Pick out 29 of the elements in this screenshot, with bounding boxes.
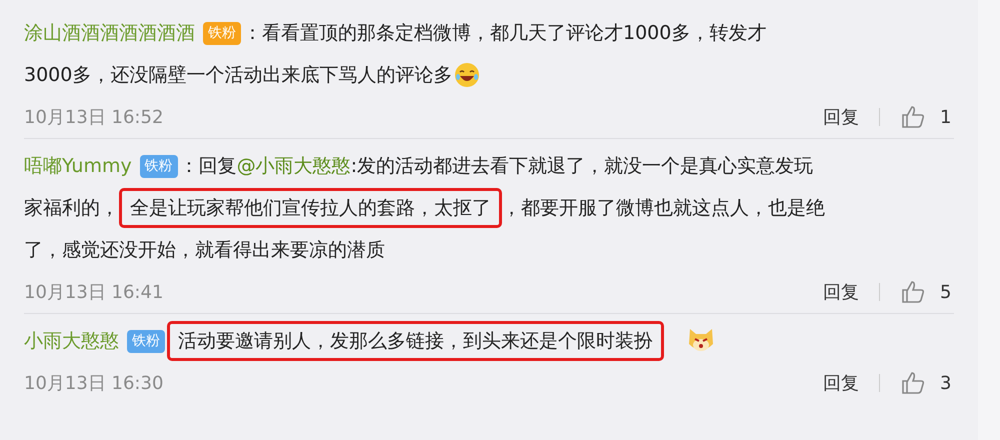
comment-text: 家福利的， (24, 196, 119, 221)
user-name[interactable]: 涂山酒酒酒酒酒酒酒 (24, 18, 195, 48)
comment-time: 10月13日 16:52 (24, 106, 164, 130)
highlighted-text: 活动要邀请别人，发那么多链接，到头来还是个限时装扮 (167, 321, 664, 361)
user-name[interactable]: 唔嘟Yummy (24, 152, 132, 180)
comment-time: 10月13日 16:30 (24, 372, 164, 396)
comment-text: 3000多，还没隔壁一个活动出来底下骂人的评论多 (24, 62, 452, 88)
comment-text: ：回复 (180, 154, 237, 179)
reply-link[interactable]: 回复 (823, 104, 859, 130)
fan-badge: 铁粉 (127, 330, 165, 352)
mention-link[interactable]: @小雨大憨憨 (236, 152, 351, 180)
thumbs-up-icon[interactable] (900, 370, 926, 396)
comment-text: :发的活动都进去看下就退了，就没一个是真心实意发玩 (350, 154, 814, 179)
comment-time: 10月13日 16:41 (24, 280, 164, 304)
laughing-emoji-icon (454, 62, 480, 88)
comment-text: ，都要开服了微博也就这点人，也是绝 (502, 196, 825, 221)
comment-text: 了，感觉还没开始，就看得出来要凉的潜质 (24, 238, 385, 263)
reply-link[interactable]: 回复 (823, 370, 859, 396)
like-count: 5 (940, 280, 952, 304)
fan-badge: 铁粉 (203, 22, 241, 44)
reply-link[interactable]: 回复 (823, 278, 859, 306)
like-count: 1 (940, 106, 952, 130)
fan-badge: 铁粉 (140, 154, 178, 178)
like-count: 3 (940, 372, 952, 396)
thumbs-up-icon[interactable] (900, 279, 926, 305)
highlighted-text: 全是让玩家帮他们宣传拉人的套路，太抠了 (119, 188, 502, 228)
user-name[interactable]: 小雨大憨憨 (24, 326, 119, 356)
thumbs-up-icon[interactable] (900, 104, 926, 130)
comment-text: ：看看置顶的那条定档微博，都几天了评论才1000多，转发才 (243, 20, 766, 46)
